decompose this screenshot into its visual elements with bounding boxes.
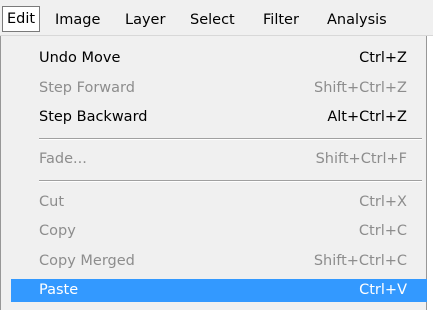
menu-item-shortcut: Ctrl+V bbox=[359, 282, 407, 298]
menu-separator bbox=[39, 138, 422, 140]
menu-bar: Edit Image Layer Select Filter Analysis bbox=[0, 0, 433, 36]
menu-item-copy[interactable]: Copy Ctrl+C bbox=[11, 220, 427, 243]
menu-item-step-forward[interactable]: Step Forward Shift+Ctrl+Z bbox=[11, 77, 427, 100]
menu-edit[interactable]: Edit bbox=[2, 6, 41, 32]
menu-analysis[interactable]: Analysis bbox=[327, 8, 387, 32]
menu-item-label: Copy Merged bbox=[39, 253, 135, 269]
menu-item-undo-move[interactable]: Undo Move Ctrl+Z bbox=[11, 47, 427, 70]
menu-item-label: Step Backward bbox=[39, 109, 148, 125]
menu-item-shortcut: Alt+Ctrl+Z bbox=[327, 109, 407, 125]
menu-separator bbox=[39, 180, 422, 182]
menu-item-label: Paste bbox=[39, 282, 79, 298]
menu-item-shortcut: Ctrl+Z bbox=[359, 50, 407, 66]
menu-item-paste[interactable]: Paste Ctrl+V bbox=[11, 279, 427, 302]
menu-item-copy-merged[interactable]: Copy Merged Shift+Ctrl+C bbox=[11, 250, 427, 273]
menu-item-label: Undo Move bbox=[39, 50, 121, 66]
menu-image[interactable]: Image bbox=[55, 8, 100, 32]
menu-item-step-backward[interactable]: Step Backward Alt+Ctrl+Z bbox=[11, 106, 427, 129]
menu-filter[interactable]: Filter bbox=[263, 8, 299, 32]
menu-item-label: Copy bbox=[39, 223, 76, 239]
menu-item-fade[interactable]: Fade... Shift+Ctrl+F bbox=[11, 148, 427, 171]
menu-item-shortcut: Shift+Ctrl+C bbox=[313, 253, 407, 269]
menu-item-cut[interactable]: Cut Ctrl+X bbox=[11, 191, 427, 214]
menu-item-shortcut: Shift+Ctrl+F bbox=[315, 151, 407, 167]
menu-select[interactable]: Select bbox=[190, 8, 235, 32]
menu-layer[interactable]: Layer bbox=[125, 8, 165, 32]
menu-item-label: Step Forward bbox=[39, 80, 135, 96]
menu-item-shortcut: Ctrl+X bbox=[359, 194, 407, 210]
menu-item-shortcut: Shift+Ctrl+Z bbox=[314, 80, 407, 96]
menu-item-label: Fade... bbox=[39, 151, 87, 167]
menu-item-label: Cut bbox=[39, 194, 64, 210]
menu-item-shortcut: Ctrl+C bbox=[358, 223, 407, 239]
edit-menu-dropdown: Undo Move Ctrl+Z Step Forward Shift+Ctrl… bbox=[0, 36, 427, 310]
